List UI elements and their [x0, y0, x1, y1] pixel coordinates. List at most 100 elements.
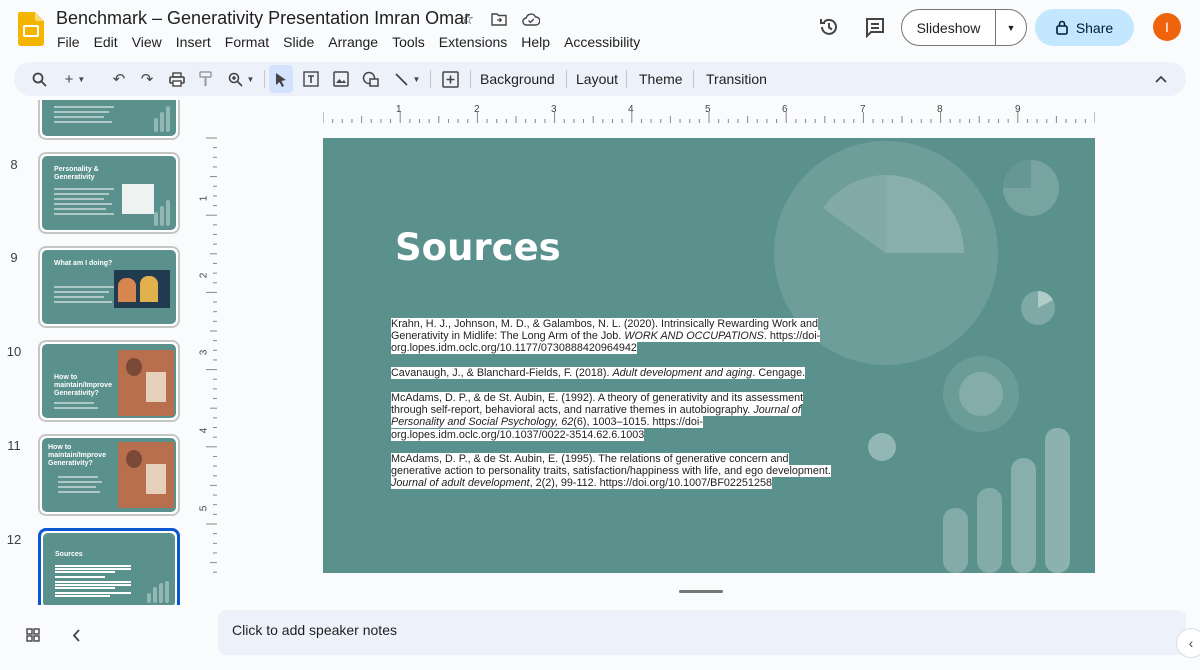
- theme-button[interactable]: Theme: [639, 62, 683, 96]
- reference-text: , 2(2), 99-112. https://doi.org/10.1007/…: [529, 477, 772, 490]
- layout-button[interactable]: Layout: [576, 62, 618, 96]
- ruler-label: 5: [705, 104, 711, 115]
- reference-text: McAdams, D. P., & de St. Aubin, E. (1992…: [391, 392, 804, 417]
- vertical-ruler-labels: 1 2 3 4 5: [198, 123, 218, 575]
- reference-text: McAdams, D. P., & de St. Aubin, E. (1995…: [391, 453, 831, 478]
- reference-3[interactable]: McAdams, D. P., & de St. Aubin, E. (1992…: [391, 392, 836, 441]
- toolbar: + ▼ ↶ ↷ ▼ ▼ Background Layout Theme Tran…: [14, 62, 1186, 96]
- slide-number: 12: [6, 532, 22, 547]
- reference-1[interactable]: Krahn, H. J., Johnson, M. D., & Galambos…: [391, 318, 836, 355]
- menu-file[interactable]: File: [50, 34, 87, 50]
- print-icon[interactable]: [166, 62, 188, 96]
- slide-number: 11: [7, 438, 21, 453]
- menu-help[interactable]: Help: [514, 34, 557, 50]
- side-panel-toggle-icon[interactable]: ‹: [1176, 628, 1200, 658]
- reference-2[interactable]: Cavanaugh, J., & Blanchard-Fields, F. (2…: [391, 367, 836, 379]
- select-cursor-icon[interactable]: [269, 65, 293, 93]
- menu-extensions[interactable]: Extensions: [432, 34, 514, 50]
- slideshow-button[interactable]: Slideshow ▼: [901, 9, 1027, 46]
- thumbnail-title: What am I doing?: [54, 260, 113, 267]
- ruler-label: 3: [198, 349, 210, 356]
- filmstrip: 8 Personality & Generativity 9 What am I…: [0, 100, 200, 605]
- ruler-label: 1: [198, 195, 210, 202]
- slide-number: 9: [10, 250, 18, 265]
- ruler-label: 6: [782, 104, 788, 115]
- slide-canvas[interactable]: Sources Krahn, H. J., Johnson, M. D., & …: [323, 138, 1095, 573]
- move-folder-icon[interactable]: [490, 10, 508, 28]
- slide-thumbnail-10[interactable]: How to maintain/Improve Generativity?: [38, 340, 180, 422]
- insert-image-icon[interactable]: [330, 62, 352, 96]
- thumbnail-title: Sources: [55, 551, 83, 558]
- line-icon[interactable]: ▼: [390, 62, 424, 96]
- star-icon[interactable]: ☆: [458, 10, 476, 28]
- menu-tools[interactable]: Tools: [385, 34, 432, 50]
- slideshow-dropdown-icon[interactable]: ▼: [996, 10, 1026, 45]
- lock-icon: [1056, 20, 1068, 35]
- slide-decoration: [774, 141, 1070, 573]
- background-button[interactable]: Background: [480, 62, 555, 96]
- menu-view[interactable]: View: [125, 34, 169, 50]
- reference-italic: Journal of adult development: [391, 477, 530, 490]
- text-box-icon[interactable]: [300, 62, 322, 96]
- ruler-label: 3: [551, 104, 557, 115]
- collapse-filmstrip-icon[interactable]: [72, 629, 81, 642]
- thumbnail-title: Personality & Generativity: [54, 166, 99, 181]
- slide-thumbnail-12[interactable]: Sources: [38, 528, 180, 605]
- menu-bar: File Edit View Insert Format Slide Arran…: [50, 34, 647, 50]
- ruler-label: 8: [937, 104, 943, 115]
- ruler-label: 2: [474, 104, 480, 115]
- slide-number: 10: [6, 344, 22, 359]
- zoom-icon[interactable]: ▼: [224, 62, 258, 96]
- undo-icon[interactable]: ↶: [108, 62, 130, 96]
- paint-format-icon[interactable]: [194, 62, 216, 96]
- reference-text: . Cengage.: [752, 367, 806, 379]
- share-button[interactable]: Share: [1035, 9, 1134, 46]
- grid-view-icon[interactable]: [26, 628, 40, 642]
- slide-number: 8: [10, 157, 18, 172]
- ruler-label: 5: [198, 505, 210, 512]
- search-menus-icon[interactable]: [28, 62, 50, 96]
- ruler-label: 9: [1015, 104, 1021, 115]
- collapse-toolbar-icon[interactable]: [1150, 62, 1172, 96]
- filmstrip-footer: [0, 620, 200, 660]
- slides-logo-icon[interactable]: [18, 12, 44, 46]
- ruler-label: 1: [396, 104, 402, 115]
- thumbnail-title: How to maintain/Improve Generativity?: [48, 444, 106, 467]
- ruler-label: 2: [198, 272, 210, 279]
- new-slide-icon[interactable]: + ▼: [60, 62, 90, 96]
- slide-thumbnail-11[interactable]: How to maintain/Improve Generativity?: [38, 434, 180, 516]
- redo-icon[interactable]: ↷: [136, 62, 158, 96]
- reference-text: Cavanaugh, J., & Blanchard-Fields, F. (2…: [391, 367, 613, 379]
- menu-edit[interactable]: Edit: [87, 34, 125, 50]
- reference-4[interactable]: McAdams, D. P., & de St. Aubin, E. (1995…: [391, 453, 836, 490]
- version-history-icon[interactable]: [818, 16, 840, 38]
- menu-format[interactable]: Format: [218, 34, 276, 50]
- share-label: Share: [1075, 19, 1114, 36]
- reference-italic: WORK AND OCCUPATIONS: [624, 330, 764, 343]
- menu-arrange[interactable]: Arrange: [321, 34, 385, 50]
- cloud-saved-icon[interactable]: [522, 10, 540, 28]
- reference-italic: Adult development and aging: [612, 367, 753, 379]
- slide-thumbnail-7[interactable]: [38, 100, 180, 140]
- thumbnail-title: How to maintain/Improve Generativity?: [54, 374, 112, 397]
- speaker-notes[interactable]: Click to add speaker notes: [218, 610, 1186, 655]
- notes-resize-handle[interactable]: [679, 590, 723, 593]
- slide-thumbnail-9[interactable]: What am I doing?: [38, 246, 180, 328]
- menu-insert[interactable]: Insert: [169, 34, 218, 50]
- ruler-label: 7: [860, 104, 866, 115]
- ruler-label: 4: [628, 104, 634, 115]
- slideshow-label[interactable]: Slideshow: [902, 10, 996, 45]
- ruler-label: 4: [198, 427, 210, 434]
- shape-icon[interactable]: [360, 62, 382, 96]
- document-title[interactable]: Benchmark – Generativity Presentation Im…: [56, 8, 470, 29]
- speaker-notes-placeholder[interactable]: Click to add speaker notes: [232, 622, 397, 638]
- slide-title[interactable]: Sources: [395, 226, 561, 269]
- comments-icon[interactable]: [864, 16, 886, 38]
- avatar[interactable]: I: [1153, 13, 1181, 41]
- horizontal-ruler-labels: 1 2 3 4 5 6 7 8 9: [323, 104, 1095, 124]
- menu-slide[interactable]: Slide: [276, 34, 321, 50]
- transition-button[interactable]: Transition: [706, 62, 767, 96]
- add-comment-icon[interactable]: [438, 62, 462, 96]
- slide-thumbnail-8[interactable]: Personality & Generativity: [38, 152, 180, 234]
- menu-accessibility[interactable]: Accessibility: [557, 34, 647, 50]
